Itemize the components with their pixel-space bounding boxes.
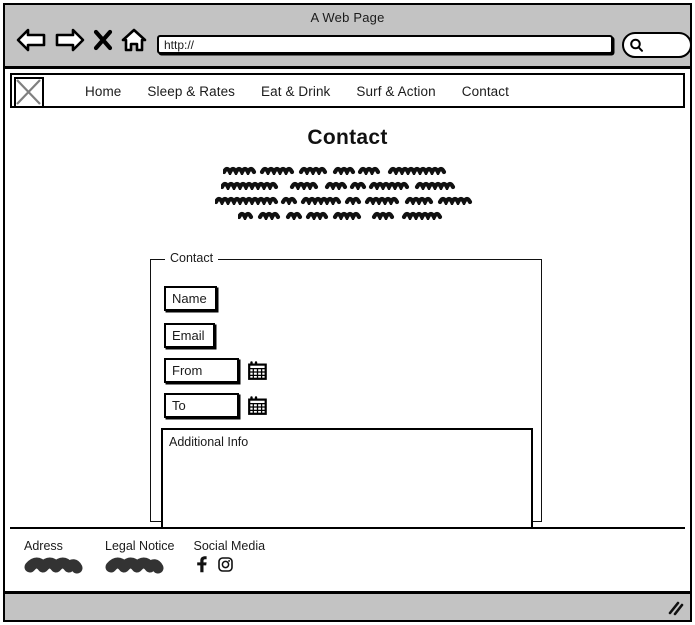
scribble-line	[220, 181, 455, 190]
instagram-icon[interactable]	[217, 556, 233, 572]
nav-link-surf-action[interactable]: Surf & Action	[343, 84, 448, 99]
resize-grip-icon[interactable]	[667, 601, 684, 616]
facebook-icon[interactable]	[196, 555, 207, 573]
browser-window: A Web Page http:// Home Sleep & Rates Ea…	[3, 3, 692, 622]
social-icons-row	[194, 555, 266, 573]
page-title: Contact	[307, 126, 388, 149]
calendar-icon[interactable]	[248, 361, 267, 380]
site-navigation-bar: Home Sleep & Rates Eat & Drink Surf & Ac…	[10, 73, 685, 108]
wireframe-screenshot: A Web Page http:// Home Sleep & Rates Ea…	[0, 0, 695, 625]
url-input[interactable]: http://	[157, 35, 613, 54]
footer-column-social-media: Social Media	[193, 539, 266, 573]
window-title: A Web Page	[310, 10, 385, 25]
home-icon[interactable]	[120, 27, 148, 53]
browser-toolbar	[15, 27, 148, 53]
nav-link-sleep-rates[interactable]: Sleep & Rates	[134, 84, 248, 99]
additional-info-text: Additional Info	[169, 435, 249, 449]
footer-columns: Adress Legal Notice Social Media	[24, 539, 265, 575]
name-input[interactable]: Name	[164, 286, 217, 311]
scribble-line	[237, 211, 442, 220]
url-text: http://	[164, 38, 195, 52]
browser-chrome-bar: A Web Page http://	[5, 5, 692, 69]
additional-info-textarea[interactable]: Additional Info	[161, 428, 533, 535]
email-input[interactable]: Email	[164, 323, 215, 348]
legal-notice-scribble	[105, 557, 164, 574]
footer-column-adress: Adress	[24, 539, 86, 575]
footer-heading-adress: Adress	[24, 539, 63, 553]
site-logo[interactable]	[14, 77, 44, 108]
footer-heading-social-media: Social Media	[193, 539, 266, 553]
nav-link-eat-drink[interactable]: Eat & Drink	[248, 84, 343, 99]
page-body: Home Sleep & Rates Eat & Drink Surf & Ac…	[5, 69, 690, 620]
footer-column-legal-notice: Legal Notice	[105, 539, 175, 575]
site-footer: Adress Legal Notice Social Media	[10, 527, 685, 585]
to-date-input[interactable]: To	[164, 393, 239, 418]
stop-x-icon[interactable]	[93, 27, 113, 53]
scribble-line	[222, 166, 446, 175]
back-arrow-icon[interactable]	[15, 27, 47, 53]
contact-form-group: Contact Name Email From To Additional In…	[150, 251, 542, 535]
from-date-input[interactable]: From	[164, 358, 239, 383]
calendar-icon[interactable]	[248, 396, 267, 415]
scribble-line	[215, 196, 473, 205]
address-scribble	[24, 557, 83, 574]
status-bar	[5, 591, 690, 620]
search-input[interactable]	[622, 32, 692, 58]
nav-link-contact[interactable]: Contact	[449, 84, 522, 99]
forward-arrow-icon[interactable]	[54, 27, 86, 53]
intro-placeholder-text	[5, 164, 690, 224]
nav-link-home[interactable]: Home	[72, 84, 134, 99]
nav-links: Home Sleep & Rates Eat & Drink Surf & Ac…	[72, 84, 522, 99]
magnifier-icon	[629, 38, 644, 58]
footer-heading-legal-notice: Legal Notice	[105, 539, 175, 553]
form-group-legend: Contact	[165, 251, 219, 265]
